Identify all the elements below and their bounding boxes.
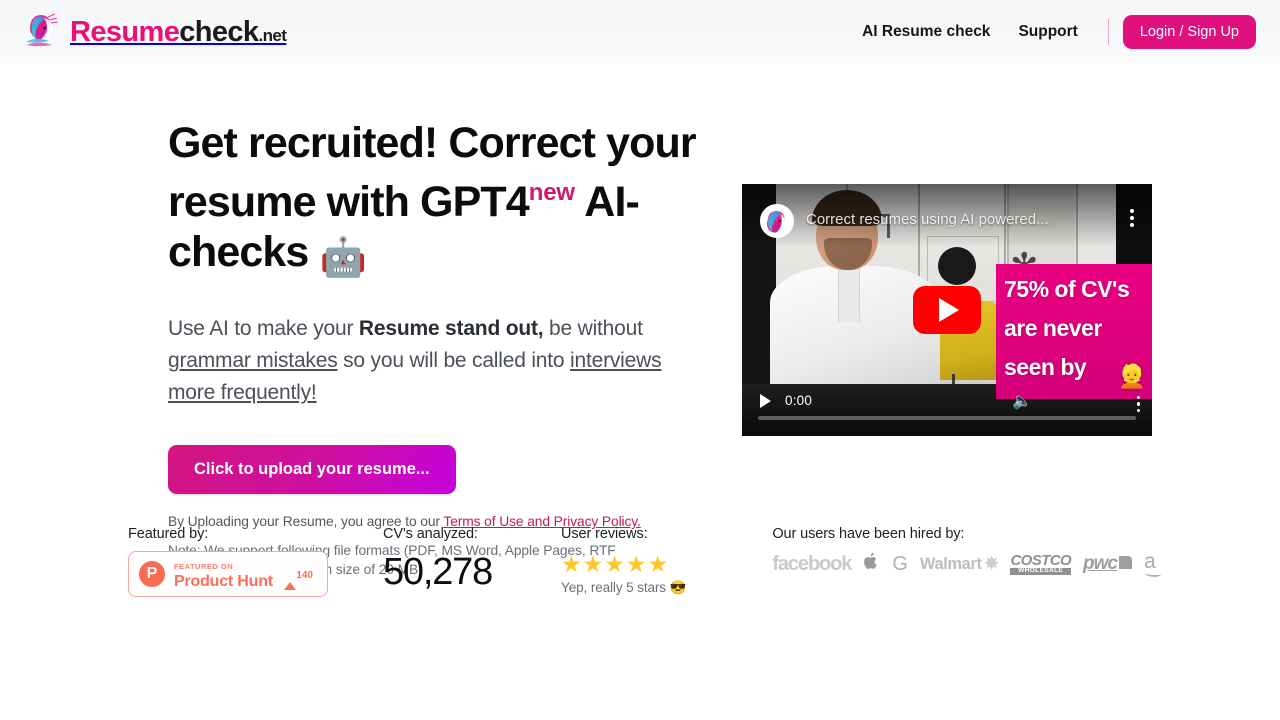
main-content: Get recruited! Correct your resume with …: [0, 64, 1280, 700]
subtitle-underline-grammar: grammar mistakes: [168, 349, 338, 372]
hero-left-column: Get recruited! Correct your resume with …: [168, 118, 748, 579]
apple-logo-icon: [863, 551, 880, 578]
main-nav: AI Resume check Support Login / Sign Up: [848, 15, 1256, 49]
hero-subtitle: Use AI to make your Resume stand out, be…: [168, 313, 668, 409]
subtitle-text-1: Use AI to make your: [168, 317, 359, 340]
star-rating-icon: ★★★★★: [561, 551, 670, 577]
featured-by-label: Featured by:: [128, 526, 209, 542]
pwc-logo-icon: pwc: [1083, 553, 1132, 575]
nav-divider: [1107, 19, 1109, 45]
headline-new-badge: new: [528, 179, 575, 206]
nav-item-support[interactable]: Support: [1004, 23, 1091, 41]
featured-on-label: FEATURED ON: [174, 562, 234, 572]
face-profile-logo-icon: [24, 12, 60, 52]
stat-hired-by: Our users have been hired by: facebook G…: [772, 526, 1161, 578]
cv-analyzed-label: CV's analyzed:: [383, 526, 478, 542]
review-note: Yep, really 5 stars 😎: [561, 580, 687, 595]
subtitle-text-2: be without: [543, 317, 643, 340]
stats-row: Featured by: P FEATURED ON Product Hunt …: [0, 526, 1280, 597]
page-title: Get recruited! Correct your resume with …: [168, 118, 698, 283]
pwc-mark-icon: [1118, 556, 1132, 569]
subtitle-text-3: so you will be called into: [337, 349, 571, 372]
youtube-play-icon[interactable]: [913, 286, 981, 334]
nav-item-ai-resume-check[interactable]: AI Resume check: [848, 23, 1004, 41]
current-time-label: 0:00: [785, 393, 813, 408]
subtitle-bold: Resume stand out,: [358, 317, 544, 340]
walmart-logo-icon: Walmart ✵: [920, 554, 999, 574]
stat-featured-by: Featured by: P FEATURED ON Product Hunt …: [128, 526, 328, 597]
site-header: Resumecheck.net AI Resume check Support …: [0, 0, 1280, 64]
upload-resume-button[interactable]: Click to upload your resume...: [168, 445, 456, 494]
login-signup-button[interactable]: Login / Sign Up: [1122, 15, 1256, 49]
pwc-wordmark: pwc: [1083, 553, 1118, 574]
company-logo-row: facebook G Walmart ✵ COSTCO WHOLESALE pw…: [772, 550, 1161, 578]
google-logo-icon: G: [892, 552, 908, 575]
more-options-icon[interactable]: [1136, 395, 1140, 412]
product-hunt-name: Product Hunt: [174, 573, 273, 590]
product-hunt-text: FEATURED ON Product Hunt: [174, 557, 284, 591]
brand-wordmark: Resumecheck.net: [70, 15, 287, 48]
brand-part-1: Resume: [70, 15, 180, 48]
video-controls: 0:00 🔈: [742, 374, 1152, 436]
brand-logo-link[interactable]: Resumecheck.net: [24, 12, 287, 52]
stat-user-reviews: User reviews: ★★★★★ Yep, really 5 stars …: [561, 526, 686, 596]
facebook-logo-icon: facebook: [772, 552, 852, 575]
brand-part-2: check: [179, 15, 259, 48]
upvote-triangle-icon: [284, 565, 297, 590]
product-hunt-badge[interactable]: P FEATURED ON Product Hunt 140: [128, 551, 328, 597]
amazon-logo-icon: a: [1144, 550, 1161, 578]
costco-wholesale-label: WHOLESALE: [1010, 568, 1072, 575]
caption-line-2: are never: [1004, 315, 1102, 341]
costco-logo-icon: COSTCO WHOLESALE: [1010, 553, 1072, 575]
stat-cv-analyzed: CV's analyzed: 50,278: [383, 526, 493, 593]
cv-analyzed-value: 50,278: [383, 551, 493, 593]
volume-icon[interactable]: 🔈: [1012, 391, 1032, 411]
video-progress-bar[interactable]: [758, 416, 1136, 420]
video-player[interactable]: ✻ 75% of CV's are never seen by 👱: [742, 184, 1152, 436]
channel-avatar-icon[interactable]: [760, 204, 794, 238]
brand-part-3: .net: [258, 25, 287, 45]
robot-emoji-icon: 🤖: [319, 237, 367, 279]
walmart-wordmark: Walmart: [919, 554, 982, 573]
video-top-bar: Correct resumes using AI powered...: [742, 184, 1152, 248]
product-hunt-upvote[interactable]: 140: [284, 565, 317, 590]
walmart-spark-icon: ✵: [984, 554, 999, 573]
kebab-menu-icon[interactable]: [1130, 209, 1134, 227]
user-reviews-label: User reviews:: [561, 526, 648, 542]
play-button[interactable]: [760, 393, 771, 408]
product-hunt-logo-icon: P: [139, 561, 165, 587]
video-title[interactable]: Correct resumes using AI powered...: [806, 211, 1130, 228]
caption-line-1: 75% of CV's: [1004, 276, 1130, 302]
upvote-count: 140: [296, 570, 313, 581]
hired-by-label: Our users have been hired by:: [772, 526, 965, 542]
